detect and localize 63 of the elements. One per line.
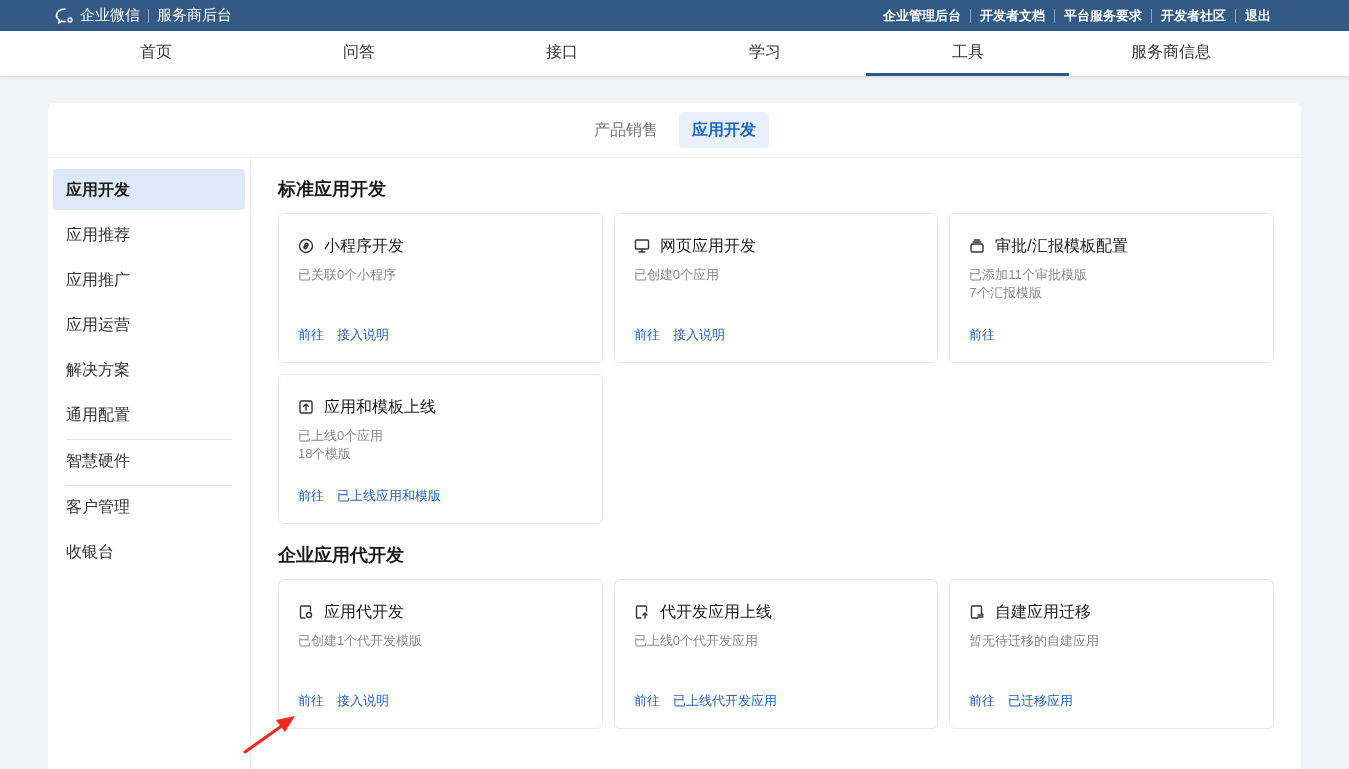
chat-bubble-icon bbox=[54, 6, 76, 25]
card-link[interactable]: 已迁移应用 bbox=[1008, 690, 1074, 710]
card-link[interactable]: 前往 bbox=[969, 690, 996, 710]
card-description: 已创建0个应用 bbox=[633, 266, 720, 284]
sidebar-item[interactable]: 解决方案 bbox=[53, 349, 245, 390]
card-description: 已创建1个代开发模版 bbox=[298, 632, 424, 650]
card-link[interactable]: 前往 bbox=[969, 324, 996, 344]
header-link[interactable]: 平台服务要求 bbox=[1064, 5, 1142, 26]
link-icon bbox=[298, 238, 314, 254]
card-link[interactable]: 前往 bbox=[298, 690, 324, 710]
tray-icon bbox=[969, 238, 986, 254]
document-transfer-icon bbox=[969, 604, 986, 620]
card-title: 应用和模板上线 bbox=[324, 397, 436, 417]
card-description: 7个汇报模版 bbox=[969, 284, 1043, 302]
card-link[interactable]: 前往 bbox=[298, 485, 324, 505]
logo-text: 企业微信 bbox=[80, 5, 140, 26]
nav-tab[interactable]: 工具 bbox=[866, 31, 1069, 76]
nav-tab[interactable]: 学习 bbox=[663, 31, 866, 76]
header-link[interactable]: 退出 bbox=[1245, 5, 1271, 26]
card-description: 18个模版 bbox=[298, 445, 353, 463]
sidebar-item[interactable]: 通用配置 bbox=[53, 394, 245, 435]
nav-tab[interactable]: 问答 bbox=[257, 31, 460, 76]
sidebar-item[interactable]: 应用运营 bbox=[53, 304, 245, 345]
portal-title: 服务商后台 bbox=[157, 5, 232, 26]
header-link[interactable]: 开发者社区 bbox=[1161, 5, 1226, 26]
card-link[interactable]: 接入说明 bbox=[337, 324, 389, 344]
sidebar-item[interactable]: 客户管理 bbox=[53, 486, 245, 527]
sidebar-item[interactable]: 应用推荐 bbox=[53, 214, 245, 255]
sub-tab[interactable]: 应用开发 bbox=[678, 112, 769, 148]
card-title: 应用代开发 bbox=[324, 602, 404, 622]
card-description: 已关联0个小程序 bbox=[298, 266, 398, 284]
nav-tab[interactable]: 服务商信息 bbox=[1069, 31, 1272, 76]
card-title: 代开发应用上线 bbox=[659, 602, 772, 622]
card-description: 已添加11个审批模版 bbox=[969, 266, 1088, 284]
section-title: 标准应用开发 bbox=[278, 178, 387, 201]
sidebar-item[interactable]: 智慧硬件 bbox=[53, 440, 245, 481]
nav-tab[interactable]: 首页 bbox=[54, 31, 257, 76]
header-link[interactable]: 企业管理后台 bbox=[883, 5, 961, 26]
section-title: 企业应用代开发 bbox=[278, 544, 405, 567]
document-arrow-icon bbox=[633, 604, 650, 620]
monitor-icon bbox=[633, 238, 650, 254]
card-title: 审批/汇报模板配置 bbox=[995, 236, 1128, 256]
sub-tab[interactable]: 产品销售 bbox=[580, 112, 671, 148]
card-description: 已上线0个代开发应用 bbox=[633, 632, 759, 650]
nav-tab[interactable]: 接口 bbox=[460, 31, 663, 76]
card-title: 网页应用开发 bbox=[659, 236, 756, 256]
card-title: 小程序开发 bbox=[324, 236, 404, 256]
card-link[interactable]: 前往 bbox=[633, 690, 660, 710]
upload-icon bbox=[298, 399, 314, 415]
card-description: 暂无待迁移的自建应用 bbox=[969, 632, 1101, 650]
sidebar-item[interactable]: 收银台 bbox=[53, 531, 245, 572]
card-description: 已上线0个应用 bbox=[298, 427, 385, 445]
card-title: 自建应用迁移 bbox=[995, 602, 1092, 622]
card-link[interactable]: 接入说明 bbox=[337, 690, 389, 710]
document-gear-icon bbox=[298, 604, 314, 620]
card-link[interactable]: 已上线应用和模版 bbox=[337, 485, 441, 505]
sidebar-item[interactable]: 应用开发 bbox=[53, 169, 245, 210]
card-link[interactable]: 前往 bbox=[298, 324, 324, 344]
card-link[interactable]: 前往 bbox=[633, 324, 660, 344]
card-link[interactable]: 已上线代开发应用 bbox=[672, 690, 777, 710]
sidebar-item[interactable]: 应用推广 bbox=[53, 259, 245, 300]
card-link[interactable]: 接入说明 bbox=[672, 324, 725, 344]
header-link[interactable]: 开发者文档 bbox=[980, 5, 1045, 26]
